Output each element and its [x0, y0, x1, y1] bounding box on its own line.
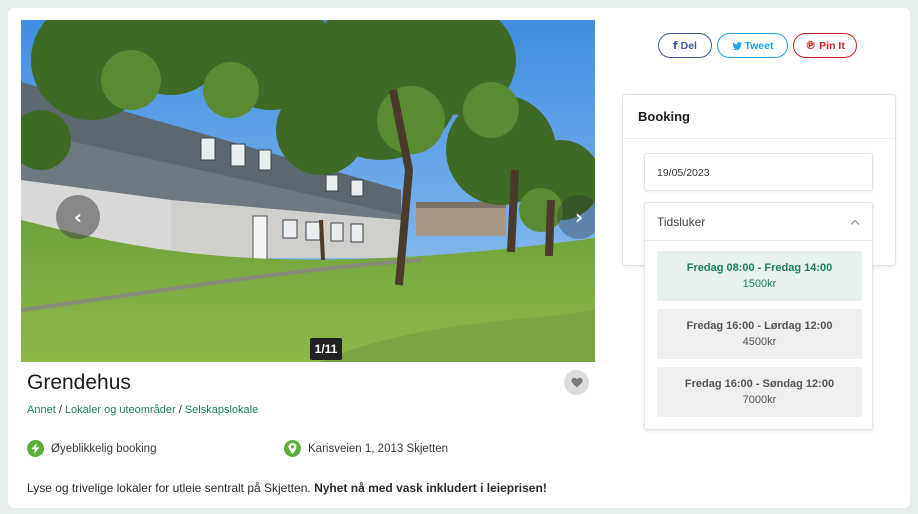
timeslot-option[interactable]: Fredag 08:00 - Fredag 14:00 1500kr [657, 251, 862, 301]
chevron-left-icon: ‹ [73, 205, 83, 229]
date-picker-field[interactable]: 19/05/2023 [644, 153, 873, 191]
share-buttons: f Del Tweet ℗ Pin It [658, 33, 857, 58]
listing-photo[interactable]: ‹ › [21, 20, 595, 362]
timeslot-option[interactable]: Fredag 16:00 - Søndag 12:00 7000kr [657, 367, 862, 417]
timeslot-price: 1500kr [742, 278, 777, 290]
description-text: Lyse og trivelige lokaler for utleie sen… [27, 481, 311, 495]
gallery-next-button[interactable]: › [557, 195, 595, 239]
timeslot-time: Fredag 16:00 - Lørdag 12:00 [686, 320, 833, 332]
timeslot-time: Fredag 16:00 - Søndag 12:00 [684, 378, 835, 390]
building-photo-image [21, 20, 595, 362]
timeslots-dropdown: Tidsluker Fredag 08:00 - Fredag 14:00 15… [644, 202, 873, 430]
gallery-counter: 1/11 [310, 338, 342, 360]
timeslot-price: 7000kr [742, 394, 777, 406]
breadcrumb-item[interactable]: Lokaler og uteområder [65, 404, 176, 416]
pinterest-share-button[interactable]: ℗ Pin It [793, 33, 857, 58]
listing-title: Grendehus [27, 371, 131, 394]
heart-icon [570, 377, 583, 388]
timeslot-option[interactable]: Fredag 16:00 - Lørdag 12:00 4500kr [657, 309, 862, 359]
lightning-icon [27, 440, 44, 457]
twitter-share-button[interactable]: Tweet [717, 33, 788, 58]
pinterest-share-label: Pin It [819, 39, 845, 52]
booking-title: Booking [623, 95, 895, 139]
description-highlight: Nyhet nå med vask inkludert i leieprisen… [314, 481, 547, 495]
timeslots-toggle[interactable]: Tidsluker [645, 203, 872, 241]
timeslot-time: Fredag 08:00 - Fredag 14:00 [686, 262, 833, 274]
listing-description: Lyse og trivelige lokaler for utleie sen… [27, 481, 547, 495]
chevron-right-icon: › [574, 205, 584, 229]
breadcrumb: Annet / Lokaler og uteområder / Selskaps… [27, 404, 259, 416]
breadcrumb-item[interactable]: Selskapslokale [185, 404, 258, 416]
facebook-share-button[interactable]: f Del [658, 33, 712, 58]
facebook-icon: f [673, 39, 678, 52]
pinterest-icon: ℗ [805, 39, 817, 52]
timeslots-label: Tidsluker [657, 215, 706, 229]
feature-label: Øyeblikkelig booking [51, 442, 157, 455]
chevron-up-icon [850, 219, 860, 225]
location-pin-icon [284, 440, 301, 457]
feature-label: Karisveien 1, 2013 Skjetten [308, 442, 449, 455]
instant-booking-feature: Øyeblikkelig booking [27, 440, 156, 457]
twitter-icon [731, 41, 742, 50]
gallery-prev-button[interactable]: ‹ [56, 195, 100, 239]
address-feature: Karisveien 1, 2013 Skjetten [284, 440, 448, 457]
favorite-button[interactable] [564, 370, 589, 395]
facebook-share-label: Del [680, 39, 697, 52]
twitter-share-label: Tweet [744, 39, 774, 52]
timeslot-price: 4500kr [742, 336, 777, 348]
breadcrumb-item[interactable]: Annet [27, 404, 56, 416]
